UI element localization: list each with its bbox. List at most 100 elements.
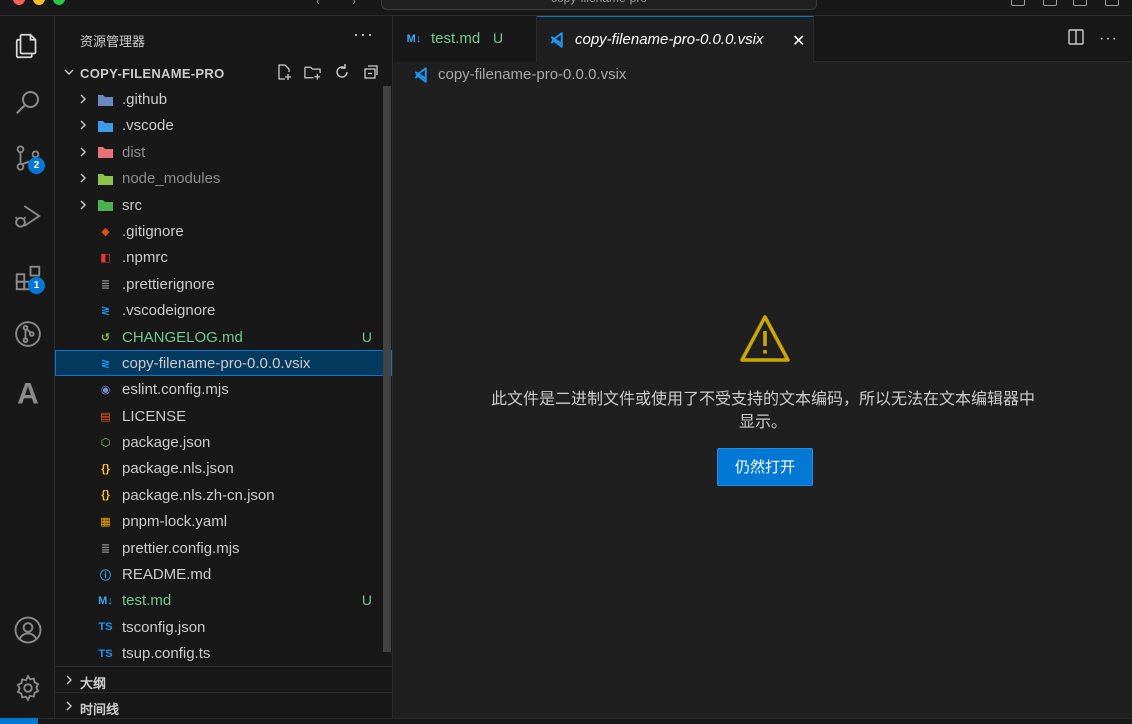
file-item[interactable]: ◧ .npmrc [55, 244, 392, 270]
file-type-icon: {} [101, 489, 110, 502]
file-item[interactable]: {} package.nls.zh-cn.json [55, 482, 392, 508]
split-editor-icon[interactable] [1067, 28, 1085, 49]
toggle-secondary-sidebar-icon[interactable] [1073, 0, 1087, 6]
tree-item-label: tsup.config.ts [122, 645, 211, 663]
file-item[interactable]: ⬡ package.json [55, 429, 392, 455]
file-item[interactable]: ≣ prettier.config.mjs [55, 535, 392, 561]
file-type-icon: ◉ [100, 384, 111, 397]
accounts-icon[interactable] [0, 606, 55, 654]
title-bar: ‹ › copy-filename-pro [0, 0, 1132, 16]
vscode-file-icon [414, 67, 427, 83]
collapse-all-icon[interactable] [361, 62, 380, 81]
forward-arrow-icon[interactable]: › [352, 0, 356, 8]
file-type-icon: ≣ [100, 542, 111, 555]
new-file-icon[interactable] [274, 62, 293, 81]
binary-file-message: 此文件是二进制文件或使用了不受支持的文本编码，所以无法在文本编辑器中显示。 [490, 391, 1035, 431]
folder-icon [97, 91, 114, 108]
tree-item-label: .gitignore [122, 222, 184, 240]
search-icon[interactable] [0, 78, 55, 126]
file-item[interactable]: {} package.nls.json [55, 455, 392, 481]
refresh-icon[interactable] [332, 62, 351, 81]
breadcrumb-item[interactable]: copy-filename-pro-0.0.0.vsix [438, 66, 626, 83]
file-type-icon: ◆ [101, 225, 110, 238]
new-folder-icon[interactable] [303, 62, 322, 81]
timeline-label: 时间线 [80, 702, 120, 717]
explorer-icon[interactable] [0, 22, 55, 70]
command-center[interactable]: copy-filename-pro [381, 0, 817, 10]
source-control-icon[interactable]: 2 [0, 134, 55, 182]
customize-layout-icon[interactable] [1105, 0, 1119, 6]
file-type-icon: ≣ [100, 278, 111, 291]
manage-gear-icon[interactable] [0, 664, 55, 712]
file-item[interactable]: ↺ CHANGELOG.md U [55, 324, 392, 350]
minimize-window-button[interactable] [33, 0, 45, 5]
remote-indicator[interactable] [0, 718, 38, 724]
extensions-badge: 1 [28, 277, 45, 294]
maximize-window-button[interactable] [53, 0, 65, 5]
file-type-icon: ▤ [100, 410, 111, 423]
file-item[interactable]: ≷ copy-filename-pro-0.0.0.vsix [55, 349, 392, 377]
chevron-right-icon [80, 94, 86, 104]
tree-item-label: package.nls.json [122, 460, 234, 478]
file-type-icon: ◧ [100, 252, 111, 265]
tree-item-label: src [122, 196, 142, 214]
more-editor-actions-icon[interactable]: ··· [1099, 30, 1118, 48]
file-item[interactable]: ⓘ README.md [55, 561, 392, 587]
extensions-icon[interactable]: 1 [0, 254, 55, 302]
tree-item-label: test.md [122, 592, 172, 610]
chevron-right-icon [66, 675, 72, 685]
explorer-sidebar: 资源管理器 ··· COPY-FILENAME-PRO .github .vsco… [55, 16, 393, 724]
file-item[interactable]: ≷ .vscodeignore [55, 297, 392, 323]
tree-item-label: .github [122, 91, 168, 108]
file-item[interactable]: ◉ eslint.config.mjs [55, 376, 392, 402]
font-a-icon[interactable]: A [0, 368, 55, 416]
git-status-badge: U [361, 328, 372, 345]
tree-item-label: eslint.config.mjs [122, 381, 229, 399]
file-type-icon: TS [98, 621, 113, 634]
tree-item-label: .vscodeignore [122, 302, 216, 320]
git-status-badge: U [361, 592, 372, 609]
file-item[interactable]: M↓ test.md U [55, 587, 392, 613]
timeline-section-header[interactable]: 时间线 [55, 692, 392, 718]
folder-item[interactable]: node_modules [55, 165, 392, 191]
folder-item[interactable]: .vscode [55, 112, 392, 138]
file-item[interactable]: ▦ pnpm-lock.yaml [55, 508, 392, 534]
toggle-panel-icon[interactable] [1043, 0, 1057, 6]
toggle-primary-sidebar-icon[interactable] [1011, 0, 1025, 6]
editor-area: 此文件是二进制文件或使用了不受支持的文本编码，所以无法在文本编辑器中显示。 仍然… [393, 86, 1132, 724]
file-item[interactable]: TS tsup.config.ts [55, 640, 392, 666]
more-actions-button[interactable]: ··· [353, 24, 374, 45]
run-debug-icon[interactable] [0, 192, 55, 240]
file-tree: .github .vscode dist node_modulessrc ◆ .gitig… [55, 86, 392, 667]
file-item[interactable]: ≣ .prettierignore [55, 271, 392, 297]
outline-section-header[interactable]: 大纲 [55, 666, 392, 692]
file-type-icon: {} [101, 462, 110, 475]
file-item[interactable]: ◆ .gitignore [55, 218, 392, 244]
folder-item[interactable]: dist [55, 139, 392, 165]
tab-test-md[interactable]: M↓ test.md U [393, 16, 537, 62]
back-arrow-icon[interactable]: ‹ [316, 0, 320, 8]
tree-item-label: node_modules [122, 170, 221, 188]
sidebar-scrollbar[interactable] [383, 86, 391, 652]
close-window-button[interactable] [13, 0, 25, 5]
git-graph-icon[interactable] [0, 310, 55, 358]
file-item[interactable]: ▤ LICENSE [55, 403, 392, 429]
tab-vsix[interactable]: copy-filename-pro-0.0.0.vsix ✕ [537, 16, 814, 62]
folder-item[interactable]: .github [55, 86, 392, 112]
file-item[interactable]: TS tsconfig.json [55, 614, 392, 640]
project-section-header[interactable]: COPY-FILENAME-PRO [55, 62, 392, 84]
close-tab-icon[interactable]: ✕ [792, 31, 805, 51]
tree-item-label: .prettierignore [122, 275, 215, 293]
open-anyway-button[interactable]: 仍然打开 [717, 448, 813, 486]
chevron-right-icon [66, 701, 72, 711]
tab-git-status: U [493, 30, 504, 46]
activity-bar: 2 1 A [0, 16, 55, 724]
chevron-right-icon [80, 120, 86, 130]
folder-item[interactable]: src [55, 192, 392, 218]
tree-item-label: tsconfig.json [122, 618, 206, 636]
tree-item-label: prettier.config.mjs [122, 539, 240, 557]
tab-label: copy-filename-pro-0.0.0.vsix [575, 31, 764, 48]
file-type-icon: M↓ [98, 594, 113, 607]
tree-item-label: package.nls.zh-cn.json [122, 486, 275, 504]
tree-item-label: dist [122, 143, 146, 161]
